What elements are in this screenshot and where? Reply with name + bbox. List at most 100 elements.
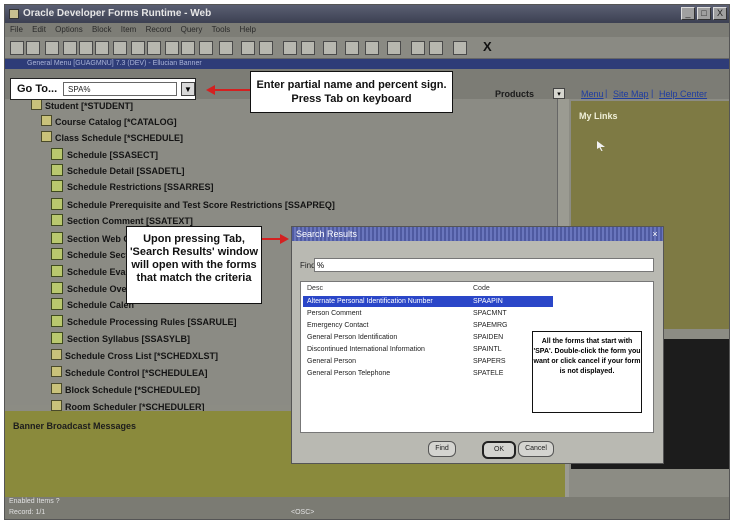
table-row[interactable]: Alternate Personal Identification Number… bbox=[303, 296, 553, 307]
arrow-line bbox=[262, 238, 282, 240]
find-button[interactable]: Find bbox=[428, 441, 456, 457]
table-row[interactable]: Discontinued International Information SP… bbox=[303, 344, 553, 355]
menu-query[interactable]: Query bbox=[181, 25, 203, 34]
tree-node-student[interactable]: Student [*STUDENT] bbox=[31, 99, 133, 113]
form-icon bbox=[51, 332, 63, 344]
menu-link[interactable]: Menu bbox=[581, 89, 604, 99]
info-icon[interactable] bbox=[429, 41, 443, 55]
duplicate-icon[interactable] bbox=[259, 41, 273, 55]
minimize-button[interactable]: _ bbox=[681, 7, 695, 20]
form-icon bbox=[51, 214, 63, 226]
goto-label: Go To... bbox=[17, 83, 58, 95]
close-window-button[interactable]: X bbox=[713, 7, 727, 20]
form-icon bbox=[51, 248, 63, 260]
list-values-icon[interactable] bbox=[323, 41, 337, 55]
menu-bar: File Edit Options Block Item Record Quer… bbox=[5, 23, 729, 37]
osc-indicator: <OSC> bbox=[291, 509, 315, 516]
enter-query-icon[interactable] bbox=[165, 41, 179, 55]
bookmark-icon[interactable] bbox=[365, 41, 379, 55]
menu-edit[interactable]: Edit bbox=[32, 25, 46, 34]
cancel-query-icon[interactable] bbox=[199, 41, 213, 55]
tree-node[interactable]: Schedule Prerequisite and Test Score Res… bbox=[51, 198, 335, 212]
menu-item[interactable]: Item bbox=[121, 25, 137, 34]
form-icon bbox=[51, 148, 63, 160]
tree-node[interactable]: Schedule Restrictions [SSARRES] bbox=[51, 180, 214, 194]
insert-record-icon[interactable] bbox=[113, 41, 127, 55]
ok-button[interactable]: OK bbox=[482, 441, 516, 459]
menu-block[interactable]: Block bbox=[92, 25, 112, 34]
search-icon[interactable] bbox=[283, 41, 297, 55]
options-icon[interactable] bbox=[345, 41, 359, 55]
tree-node[interactable]: Schedule [SSASECT] bbox=[51, 148, 158, 162]
exit-button[interactable]: X bbox=[483, 39, 492, 54]
table-row[interactable]: Emergency Contact SPAEMRG bbox=[303, 320, 553, 331]
java-logo-icon bbox=[9, 9, 19, 19]
tree-node[interactable]: Class Schedule [*SCHEDULE] bbox=[41, 131, 183, 145]
table-row[interactable]: General Person Telephone SPATELE bbox=[303, 368, 553, 379]
remove-record-icon[interactable] bbox=[241, 41, 255, 55]
instruction-note: All the forms that start with 'SPA'. Dou… bbox=[532, 331, 642, 413]
tree-node[interactable]: Schedule Secti bbox=[51, 248, 131, 262]
menu-options[interactable]: Options bbox=[55, 25, 83, 34]
folder-icon bbox=[31, 99, 42, 110]
table-row[interactable]: General Person SPAPERS bbox=[303, 356, 553, 367]
tree-node[interactable]: Section Syllabus [SSASYLB] bbox=[51, 332, 190, 346]
toolbar: X bbox=[5, 37, 729, 59]
save-icon[interactable] bbox=[10, 41, 24, 55]
status-bar: Enabled Items ? Record: 1/1 <OSC> bbox=[5, 497, 729, 519]
goto-input[interactable]: SPA% bbox=[63, 82, 177, 96]
prev-record-icon[interactable] bbox=[131, 41, 145, 55]
tree-node[interactable]: Schedule Detail [SSADETL] bbox=[51, 164, 185, 178]
menu-record[interactable]: Record bbox=[146, 25, 172, 34]
help-icon[interactable] bbox=[301, 41, 315, 55]
menu-file[interactable]: File bbox=[10, 25, 23, 34]
tree-node[interactable]: Schedule Cross List [*SCHEDXLST] bbox=[51, 349, 218, 363]
banner-form-bar: General Menu [GUAGMNU] 7.3 (DEV) - Elluc… bbox=[5, 59, 729, 69]
next-record-icon[interactable] bbox=[147, 41, 161, 55]
arrow-right-icon bbox=[280, 234, 289, 244]
find-input[interactable]: % bbox=[314, 258, 654, 272]
prev-block-icon[interactable] bbox=[79, 41, 93, 55]
my-links-title: My Links bbox=[579, 111, 618, 121]
form-icon bbox=[51, 198, 63, 210]
first-record-icon[interactable] bbox=[63, 41, 77, 55]
tree-node[interactable]: Schedule Evalu bbox=[51, 265, 134, 279]
tree-node[interactable]: Block Schedule [*SCHEDULED] bbox=[51, 383, 200, 397]
execute-query-icon[interactable] bbox=[181, 41, 195, 55]
tree-node[interactable]: Schedule Control [*SCHEDULEA] bbox=[51, 366, 208, 380]
print-icon[interactable] bbox=[45, 41, 59, 55]
form-icon bbox=[51, 315, 63, 327]
tree-node[interactable]: Course Catalog [*CATALOG] bbox=[41, 115, 177, 129]
folder-icon bbox=[51, 400, 62, 411]
attachment-icon[interactable] bbox=[387, 41, 401, 55]
window-titlebar: Oracle Developer Forms Runtime - Web bbox=[5, 5, 729, 23]
next-block-icon[interactable] bbox=[95, 41, 109, 55]
close-icon[interactable]: × bbox=[650, 229, 660, 239]
clear-form-icon[interactable] bbox=[219, 41, 233, 55]
table-row[interactable]: General Person Identification SPAIDEN bbox=[303, 332, 553, 343]
extract-icon[interactable] bbox=[411, 41, 425, 55]
goto-dropdown-button[interactable]: ▼ bbox=[181, 82, 195, 96]
partial-name-callout: Enter partial name and percent sign. Pre… bbox=[250, 71, 453, 113]
tree-node[interactable]: Schedule Processing Rules [SSARULE] bbox=[51, 315, 237, 329]
form-icon bbox=[51, 282, 63, 294]
help-center-link[interactable]: Help Center bbox=[659, 89, 707, 99]
products-dropdown[interactable]: ▾ bbox=[553, 88, 565, 99]
menu-help[interactable]: Help bbox=[240, 25, 256, 34]
help-center-icon[interactable] bbox=[453, 41, 467, 55]
search-results-callout: Upon pressing Tab, 'Search Results' wind… bbox=[126, 226, 262, 304]
site-map-link[interactable]: Site Map bbox=[613, 89, 649, 99]
search-results-dialog: Search Results × Find % Desc Code Altern… bbox=[291, 226, 664, 464]
form-icon bbox=[51, 180, 63, 192]
dialog-titlebar: Search Results bbox=[292, 227, 663, 241]
dialog-title: Search Results bbox=[296, 229, 358, 239]
tree-node[interactable]: Schedule Calen bbox=[51, 298, 134, 312]
tree-node[interactable]: Section Web C bbox=[51, 232, 130, 246]
rollback-icon[interactable] bbox=[26, 41, 40, 55]
menu-tools[interactable]: Tools bbox=[212, 25, 231, 34]
folder-icon bbox=[51, 383, 62, 394]
table-row[interactable]: Person Comment SPACMNT bbox=[303, 308, 553, 319]
cancel-button[interactable]: Cancel bbox=[518, 441, 554, 457]
maximize-button[interactable]: □ bbox=[697, 7, 711, 20]
tree-node[interactable]: Schedule Over bbox=[51, 282, 130, 296]
